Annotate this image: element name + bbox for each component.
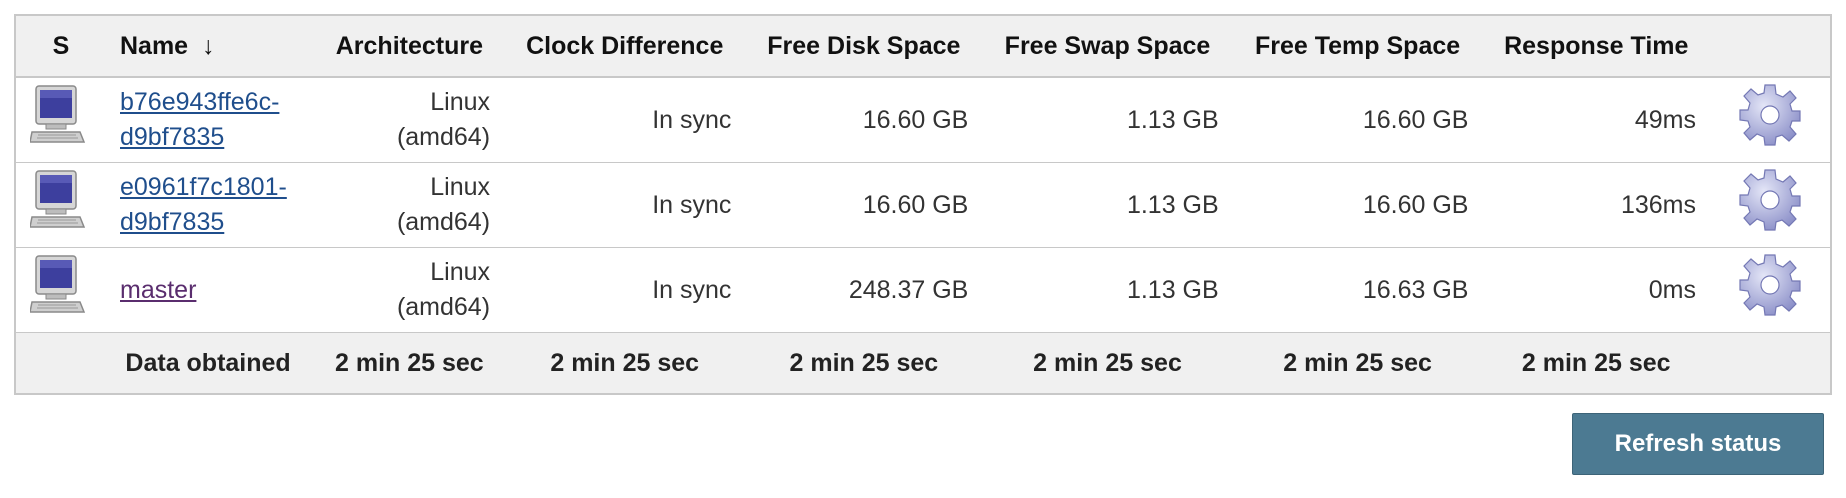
configure-node-cell: [1710, 162, 1831, 248]
summary-empty: [1710, 332, 1831, 394]
node-name-cell: master: [106, 247, 315, 333]
gear-icon[interactable]: [1738, 83, 1802, 147]
node-link[interactable]: b76e943ffe6c-d9bf7835: [120, 88, 279, 151]
architecture-cell: Linux (amd64): [314, 247, 505, 333]
computer-icon: [29, 255, 86, 313]
summary-label: Data obtained: [15, 332, 315, 394]
status-cell: [15, 77, 106, 163]
column-header-name-label: Name: [120, 31, 189, 60]
architecture-os: Linux: [430, 173, 491, 201]
free-temp-space-cell: 16.60 GB: [1232, 77, 1483, 163]
computer-icon: [29, 85, 86, 143]
status-cell: [15, 162, 106, 248]
column-header-response-time[interactable]: Response Time: [1482, 15, 1710, 78]
table-row: master Linux (amd64) In sync 248.37 GB 1.…: [15, 247, 1831, 333]
summary-clock-difference: 2 min 25 sec: [504, 332, 746, 394]
architecture-os: Linux: [430, 258, 491, 286]
free-swap-space-cell: 1.13 GB: [982, 247, 1233, 333]
response-time-cell: 136ms: [1482, 162, 1710, 248]
free-disk-space-cell: 16.60 GB: [745, 77, 983, 163]
computer-icon: [29, 170, 86, 228]
node-name-cell: e0961f7c1801- d9bf7835: [106, 162, 315, 248]
configure-node-cell: [1710, 77, 1831, 163]
summary-row: Data obtained 2 min 25 sec 2 min 25 sec …: [15, 332, 1831, 394]
configure-node-cell: [1710, 247, 1831, 333]
node-link[interactable]: e0961f7c1801- d9bf7835: [120, 173, 287, 236]
node-name-line1: b76e943ffe6c-: [120, 88, 280, 116]
free-swap-space-cell: 1.13 GB: [982, 162, 1233, 248]
free-swap-space-cell: 1.13 GB: [982, 77, 1233, 163]
node-name-cell: b76e943ffe6c-d9bf7835: [106, 77, 315, 163]
node-name-line2: d9bf7835: [120, 123, 225, 151]
architecture-arch: (amd64): [396, 123, 491, 151]
nodes-table: S Name ↓ Architecture Clock Difference Fr…: [14, 14, 1832, 395]
column-header-free-swap-space[interactable]: Free Swap Space: [982, 15, 1233, 78]
node-name-line1: e0961f7c1801-: [120, 173, 287, 201]
response-time-cell: 0ms: [1482, 247, 1710, 333]
free-temp-space-cell: 16.60 GB: [1232, 162, 1483, 248]
summary-free-swap-space: 2 min 25 sec: [982, 332, 1233, 394]
node-link[interactable]: master: [120, 276, 196, 304]
summary-free-disk-space: 2 min 25 sec: [745, 332, 983, 394]
summary-architecture: 2 min 25 sec: [314, 332, 505, 394]
free-disk-space-cell: 248.37 GB: [745, 247, 983, 333]
column-header-actions: [1710, 15, 1831, 78]
architecture-arch: (amd64): [396, 208, 491, 236]
architecture-cell: Linux (amd64): [314, 162, 505, 248]
node-name-line2: d9bf7835: [120, 208, 225, 236]
summary-free-temp-space: 2 min 25 sec: [1232, 332, 1483, 394]
status-cell: [15, 247, 106, 333]
column-header-clock-difference[interactable]: Clock Difference: [504, 15, 746, 78]
column-header-free-temp-space[interactable]: Free Temp Space: [1232, 15, 1483, 78]
column-header-name[interactable]: Name ↓: [106, 15, 315, 78]
response-time-cell: 49ms: [1482, 77, 1710, 163]
free-temp-space-cell: 16.63 GB: [1232, 247, 1483, 333]
header-row: S Name ↓ Architecture Clock Difference Fr…: [15, 15, 1831, 78]
sort-descending-icon: ↓: [202, 31, 215, 60]
column-header-status[interactable]: S: [15, 15, 106, 78]
free-disk-space-cell: 16.60 GB: [745, 162, 983, 248]
clock-difference-cell: In sync: [504, 247, 746, 333]
clock-difference-cell: In sync: [504, 162, 746, 248]
architecture-os: Linux: [430, 88, 491, 116]
column-header-free-disk-space[interactable]: Free Disk Space: [745, 15, 983, 78]
column-header-architecture[interactable]: Architecture: [314, 15, 505, 78]
summary-response-time: 2 min 25 sec: [1482, 332, 1710, 394]
table-row: b76e943ffe6c-d9bf7835 Linux (amd64) In sy…: [15, 77, 1831, 163]
gear-icon[interactable]: [1738, 168, 1802, 232]
refresh-status-button[interactable]: Refresh status: [1572, 413, 1824, 475]
clock-difference-cell: In sync: [504, 77, 746, 163]
node-name-line1: master: [120, 275, 197, 304]
gear-icon[interactable]: [1738, 253, 1802, 317]
architecture-cell: Linux (amd64): [314, 77, 505, 163]
architecture-arch: (amd64): [396, 293, 491, 321]
table-row: e0961f7c1801- d9bf7835 Linux (amd64) In sy…: [15, 162, 1831, 248]
